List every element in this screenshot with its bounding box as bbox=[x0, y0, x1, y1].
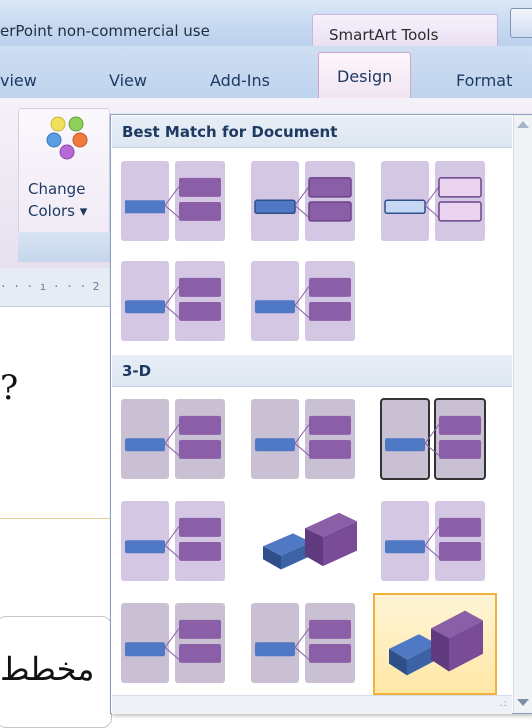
change-colors-button[interactable]: Change Colors ▾ bbox=[24, 112, 104, 232]
thumbnail-diagram-icon bbox=[251, 603, 355, 683]
tab-add-ins[interactable]: Add-Ins bbox=[210, 71, 270, 90]
ribbon-tabs: view View Add-Ins Design Format bbox=[0, 46, 532, 99]
smartart-style-thumbnail[interactable] bbox=[249, 499, 359, 585]
smartart-tools-context-tab: SmartArt Tools bbox=[312, 14, 498, 48]
smartart-style-thumbnail[interactable] bbox=[249, 159, 359, 245]
tab-design[interactable]: Design bbox=[318, 52, 412, 99]
smartart-style-thumbnail[interactable] bbox=[119, 397, 229, 483]
document-divider bbox=[0, 518, 110, 519]
scroll-up-icon[interactable] bbox=[517, 121, 529, 128]
smartart-style-thumbnail[interactable] bbox=[249, 259, 359, 345]
change-colors-label-1: Change bbox=[28, 180, 86, 198]
gallery-resize-grip[interactable]: .: bbox=[112, 695, 512, 714]
scroll-down-icon[interactable] bbox=[517, 699, 529, 706]
title-bar: erPoint non-commercial use SmartArt Tool… bbox=[0, 0, 532, 48]
smartart-style-thumbnail[interactable] bbox=[379, 397, 489, 483]
thumbnail-diagram-icon bbox=[380, 398, 486, 480]
document-glyph: ? bbox=[0, 368, 19, 408]
thumbnail-diagram-icon bbox=[251, 261, 355, 341]
gallery-scrollbar[interactable] bbox=[513, 115, 532, 713]
smartart-style-thumbnail[interactable] bbox=[119, 159, 229, 245]
smartart-style-thumbnail[interactable] bbox=[379, 499, 489, 585]
thumbnail-diagram-icon bbox=[381, 161, 485, 241]
change-colors-label-2: Colors ▾ bbox=[28, 202, 88, 220]
document-arabic-text: مخطط bbox=[0, 650, 95, 688]
section-header-3d: 3-D bbox=[112, 355, 512, 387]
tab-format[interactable]: Format bbox=[456, 71, 512, 90]
tab-review[interactable]: view bbox=[0, 71, 37, 90]
thumbnail-diagram-icon bbox=[121, 161, 225, 241]
tab-view[interactable]: View bbox=[109, 71, 147, 90]
smartart-style-thumbnail[interactable] bbox=[379, 159, 489, 245]
thumbnail-diagram-icon bbox=[251, 161, 355, 241]
thumbnail-diagram-icon bbox=[121, 501, 225, 581]
thumbnail-diagram-icon bbox=[263, 512, 357, 570]
thumbnail-diagram-icon bbox=[121, 261, 225, 341]
smartart-style-thumbnail[interactable] bbox=[249, 397, 359, 483]
smartart-style-gallery: Best Match for Document 3-D .: bbox=[110, 114, 532, 714]
thumbnail-diagram-icon bbox=[381, 501, 485, 581]
smartart-style-thumbnail[interactable] bbox=[249, 601, 359, 687]
smartart-style-thumbnail[interactable] bbox=[373, 593, 497, 695]
palette-icon bbox=[46, 116, 88, 160]
window-title: erPoint non-commercial use bbox=[0, 22, 210, 40]
section-header-best-match: Best Match for Document bbox=[112, 116, 512, 148]
smartart-style-thumbnail[interactable] bbox=[119, 601, 229, 687]
group-label-bar bbox=[18, 232, 110, 262]
thumbnail-diagram-icon bbox=[121, 399, 225, 479]
window-control-button[interactable] bbox=[510, 8, 532, 38]
smartart-style-thumbnail[interactable] bbox=[119, 259, 229, 345]
thumbnail-diagram-icon bbox=[251, 399, 355, 479]
smartart-style-thumbnail[interactable] bbox=[119, 499, 229, 585]
context-tab-label: SmartArt Tools bbox=[329, 26, 439, 44]
thumbnail-diagram-icon bbox=[389, 610, 483, 676]
horizontal-ruler: · · · ı · · · 2 bbox=[0, 268, 110, 307]
thumbnail-diagram-icon bbox=[121, 603, 225, 683]
grip-dots-icon: .: bbox=[499, 698, 508, 709]
